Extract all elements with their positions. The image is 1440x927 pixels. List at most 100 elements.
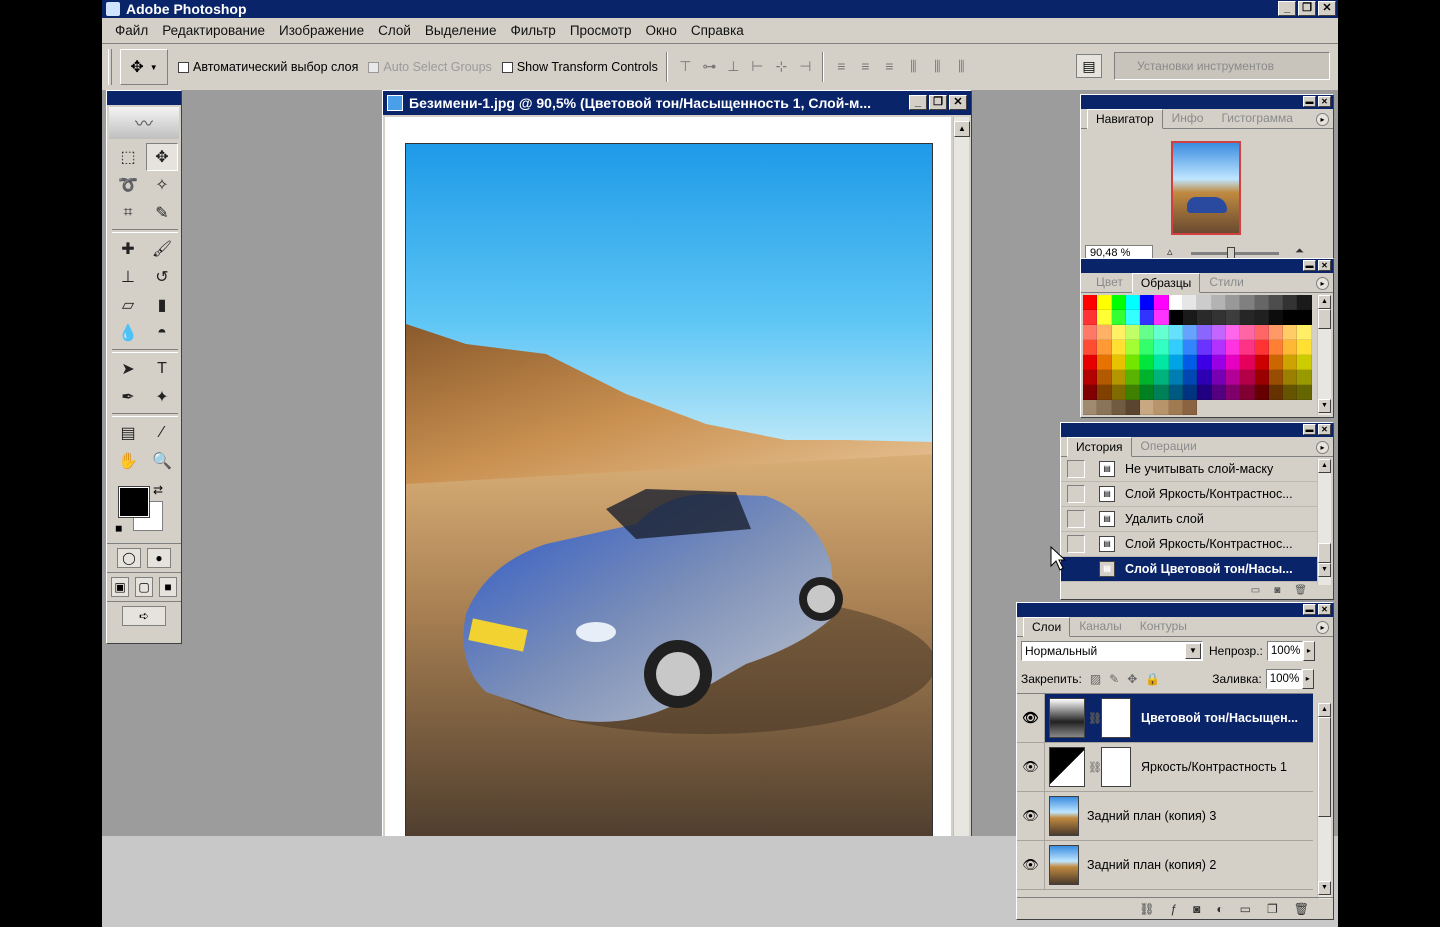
color-swatch[interactable] <box>1268 340 1284 355</box>
color-swatch[interactable] <box>1140 385 1155 400</box>
color-swatch[interactable] <box>1283 310 1298 325</box>
color-swatch[interactable] <box>1211 325 1226 340</box>
color-swatch[interactable] <box>1125 310 1141 325</box>
color-swatch[interactable] <box>1083 295 1098 310</box>
color-swatch[interactable] <box>1240 295 1255 310</box>
color-swatch[interactable] <box>1240 310 1255 325</box>
color-swatch[interactable] <box>1211 295 1226 310</box>
color-swatch[interactable] <box>1283 385 1298 400</box>
scroll-thumb[interactable] <box>1318 543 1331 563</box>
color-swatch[interactable] <box>1168 400 1184 415</box>
color-swatch[interactable] <box>1240 340 1255 355</box>
menu-filter[interactable]: Фильтр <box>503 23 562 38</box>
color-swatch[interactable] <box>1168 295 1184 310</box>
history-state[interactable]: ▤ Слой Яркость/Контрастнос... <box>1061 532 1317 557</box>
layer-mask-thumbnail[interactable] <box>1101 698 1131 738</box>
history-scrollbar[interactable]: ▲ ▼ <box>1317 459 1331 585</box>
marquee-tool-icon[interactable]: ⬚ <box>112 143 144 171</box>
align-right-icon[interactable]: ⊣ <box>796 58 814 76</box>
color-swatch[interactable] <box>1254 325 1269 340</box>
color-swatch[interactable] <box>1097 295 1112 310</box>
default-colors-icon[interactable]: ◼ <box>115 523 122 534</box>
eye-icon[interactable]: 👁 <box>1017 743 1045 791</box>
color-swatch[interactable] <box>1183 370 1198 385</box>
align-left-icon[interactable]: ⊢ <box>748 58 766 76</box>
slice-tool-icon[interactable]: ✎ <box>146 199 178 227</box>
distribute-bottom-icon[interactable]: ≡ <box>880 58 898 76</box>
color-swatch[interactable] <box>1140 325 1155 340</box>
layer-row[interactable]: 👁 Задний план (копия) 2 <box>1017 841 1313 890</box>
layers-title-bar[interactable]: ▬ ✕ <box>1017 603 1333 617</box>
file-browser-icon[interactable]: ▤ <box>1076 54 1102 78</box>
color-swatch[interactable] <box>1183 295 1198 310</box>
color-swatch[interactable] <box>1125 325 1141 340</box>
palette-minimize-button[interactable]: ▬ <box>1303 424 1316 435</box>
color-swatch[interactable] <box>1168 370 1184 385</box>
color-swatch[interactable] <box>1111 310 1126 325</box>
screen-mode-full-menu-icon[interactable]: ▢ <box>135 577 153 597</box>
color-swatch[interactable] <box>1197 340 1212 355</box>
color-swatch[interactable] <box>1225 295 1241 310</box>
color-swatch[interactable] <box>1168 325 1184 340</box>
color-swatch[interactable] <box>1225 325 1241 340</box>
document-title-bar[interactable]: Безимени-1.jpg @ 90,5% (Цветовой тон/Нас… <box>383 91 971 115</box>
tab-channels[interactable]: Каналы <box>1070 616 1131 636</box>
color-swatch[interactable] <box>1097 325 1112 340</box>
history-source-checkbox[interactable] <box>1067 560 1085 578</box>
dodge-tool-icon[interactable]: ◓ <box>146 319 178 347</box>
color-swatch[interactable] <box>1183 355 1198 370</box>
chevron-down-icon[interactable]: ▼ <box>1185 643 1201 659</box>
tool-preset-picker[interactable]: ✥ ▼ <box>120 49 168 85</box>
color-swatch[interactable] <box>1283 370 1298 385</box>
palette-close-button[interactable]: ✕ <box>1318 260 1331 271</box>
lock-pixels-icon[interactable]: ✎ <box>1109 672 1119 686</box>
color-swatch[interactable] <box>1111 385 1126 400</box>
new-group-icon[interactable]: ▭ <box>1240 902 1251 916</box>
color-swatch[interactable] <box>1083 385 1098 400</box>
history-state[interactable]: ▤ Слой Яркость/Контрастнос... <box>1061 482 1317 507</box>
color-swatch[interactable] <box>1240 355 1255 370</box>
link-icon[interactable]: ⛓ <box>1088 712 1102 725</box>
lasso-tool-icon[interactable]: ➰ <box>112 171 144 199</box>
new-document-from-state-icon[interactable]: ▭ <box>1251 585 1260 599</box>
tab-actions[interactable]: Операции <box>1132 436 1206 456</box>
palette-minimize-button[interactable]: ▬ <box>1303 604 1316 615</box>
color-swatch[interactable] <box>1211 310 1226 325</box>
scroll-thumb[interactable] <box>1318 717 1331 817</box>
color-swatch[interactable] <box>1254 385 1269 400</box>
menu-file[interactable]: Файл <box>108 23 155 38</box>
palette-menu-icon[interactable]: ▸ <box>1316 277 1329 290</box>
color-swatch[interactable] <box>1140 370 1155 385</box>
color-swatch[interactable] <box>1097 400 1112 415</box>
tool-presets-well[interactable]: Установки инструментов <box>1114 52 1330 80</box>
color-swatch[interactable] <box>1283 295 1298 310</box>
delete-state-icon[interactable]: 🗑 <box>1294 585 1307 599</box>
color-swatch[interactable] <box>1125 295 1141 310</box>
color-swatch[interactable] <box>1125 340 1141 355</box>
color-swatch[interactable] <box>1283 340 1298 355</box>
color-swatch[interactable] <box>1183 310 1198 325</box>
tab-histogram[interactable]: Гистограмма <box>1212 108 1301 128</box>
color-swatch[interactable] <box>1197 325 1212 340</box>
color-swatch[interactable] <box>1097 385 1112 400</box>
color-swatch[interactable] <box>1125 400 1141 415</box>
menu-select[interactable]: Выделение <box>418 23 504 38</box>
color-swatch[interactable] <box>1154 295 1169 310</box>
color-swatch[interactable] <box>1254 340 1269 355</box>
color-swatch[interactable] <box>1225 310 1241 325</box>
color-swatch[interactable] <box>1154 400 1169 415</box>
navigator-zoom-slider[interactable] <box>1191 252 1279 255</box>
tab-history[interactable]: История <box>1067 437 1132 457</box>
checkbox-box[interactable] <box>178 61 189 73</box>
close-button[interactable]: ✕ <box>1318 1 1336 16</box>
color-swatch[interactable] <box>1097 340 1112 355</box>
path-selection-tool-icon[interactable]: ➤ <box>112 355 144 383</box>
color-swatch[interactable] <box>1083 370 1098 385</box>
scroll-down-icon[interactable]: ▼ <box>1318 563 1331 577</box>
tab-color[interactable]: Цвет <box>1087 272 1132 292</box>
distribute-left-icon[interactable]: ⫼ <box>904 58 922 76</box>
color-swatch[interactable] <box>1254 295 1269 310</box>
scroll-up-icon[interactable]: ▲ <box>1318 459 1331 473</box>
menu-help[interactable]: Справка <box>684 23 751 38</box>
palette-close-button[interactable]: ✕ <box>1318 604 1331 615</box>
